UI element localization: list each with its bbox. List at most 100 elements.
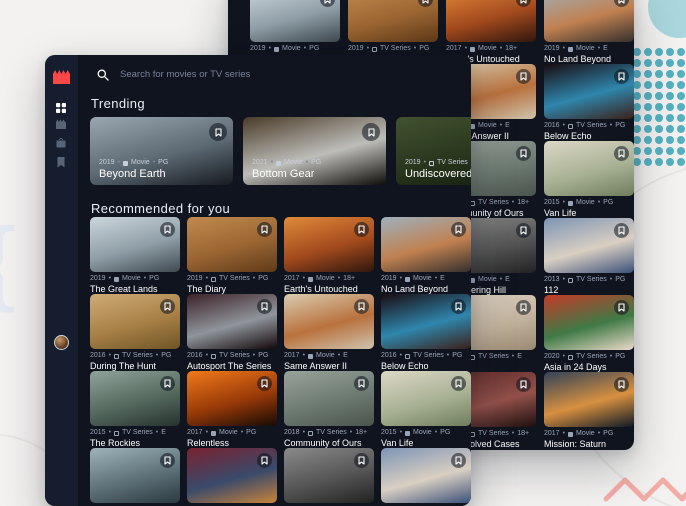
bookmark-button[interactable]: [614, 69, 629, 84]
bookmark-button[interactable]: [614, 223, 629, 238]
user-avatar[interactable]: [54, 335, 69, 350]
movie-category-icon: [274, 47, 279, 52]
dot: [633, 158, 641, 166]
media-card[interactable]: 2017 • Movie • 18+ Earth's Untouched: [284, 217, 374, 294]
media-card[interactable]: 2019 • Movie • E No Land Beyond: [381, 217, 471, 294]
meta-separator: •: [338, 352, 340, 360]
tv-category-icon: [308, 431, 313, 436]
media-card[interactable]: 2016 • TV Series • PG During The Hunt: [90, 294, 180, 371]
dot: [655, 59, 663, 67]
app-logo-icon[interactable]: [53, 70, 70, 84]
bookmark-button[interactable]: [451, 453, 466, 468]
media-card[interactable]: 2015 • Movie • PG Van Life: [544, 141, 634, 218]
media-card[interactable]: 2016 • TV Series • PG Below Echo: [544, 64, 634, 141]
bookmark-button[interactable]: [354, 222, 369, 237]
bookmark-button[interactable]: [362, 123, 380, 141]
media-thumbnail: [187, 217, 277, 272]
dot: [633, 81, 641, 89]
media-rating: PG: [309, 45, 319, 53]
media-card[interactable]: 2019 • TV Series • PG The Diary: [187, 217, 277, 294]
bookmark-button[interactable]: [516, 69, 531, 84]
bookmark-button[interactable]: [257, 453, 272, 468]
bookmark-button[interactable]: [257, 376, 272, 391]
dot: [633, 48, 641, 56]
bookmark-button[interactable]: [354, 453, 369, 468]
media-card[interactable]: 2019 • TV Series • E Undiscovered Cities: [396, 117, 471, 185]
pale-circle-decoration: [648, 0, 686, 38]
bookmark-button[interactable]: [614, 377, 629, 392]
media-card[interactable]: 2021 • Movie • PG Bottom Gear: [243, 117, 386, 185]
meta-separator: •: [109, 275, 111, 283]
bookmark-button[interactable]: [614, 146, 629, 161]
media-card[interactable]: 2019 • Movie • PG The Great Lands: [90, 217, 180, 294]
media-card[interactable]: 2019 • Movie • E No Land Beyond: [544, 0, 634, 64]
media-card[interactable]: 2020 • TV Series • PG Asia in 24 Days: [544, 295, 634, 372]
bookmark-button[interactable]: [516, 377, 531, 392]
bookmark-button[interactable]: [516, 300, 531, 315]
dot: [677, 125, 685, 133]
bookmark-button[interactable]: [516, 146, 531, 161]
bookmark-button[interactable]: [354, 299, 369, 314]
media-card[interactable]: 2013 • TV Series • PG 112: [544, 218, 634, 295]
nav-home-icon[interactable]: [56, 103, 66, 113]
media-meta: 2019 • Movie • PG: [90, 275, 180, 283]
media-rating: PG: [615, 122, 625, 130]
meta-separator: •: [241, 429, 243, 437]
bookmark-button[interactable]: [160, 299, 175, 314]
bookmark-button[interactable]: [418, 0, 433, 7]
dot: [633, 125, 641, 133]
dot: [633, 92, 641, 100]
bookmark-button[interactable]: [614, 0, 629, 7]
media-thumbnail: [90, 448, 180, 503]
media-card[interactable]: 2017 • Movie • PG Mission: Saturn: [544, 372, 634, 449]
media-meta: 2013 • TV Series • PG: [544, 276, 634, 284]
bookmark-button[interactable]: [614, 300, 629, 315]
media-card[interactable]: 2017 • Movie • 18+: [187, 448, 277, 506]
bookmark-icon: [261, 225, 268, 234]
dot: [677, 103, 685, 111]
media-card[interactable]: 2018 • TV Series • 18+ Community of Ours: [284, 371, 374, 448]
media-card[interactable]: 2015 • TV Series • E The Rockies: [90, 371, 180, 448]
media-card[interactable]: 2015 • Movie • PG Van Life: [381, 371, 471, 448]
media-card[interactable]: 2016 • TV Series • PG Below Echo: [381, 294, 471, 371]
media-card[interactable]: 2019 • Movie • PG Beyond Earth: [90, 117, 233, 185]
media-thumbnail: [446, 0, 536, 42]
bookmark-button[interactable]: [516, 0, 531, 7]
media-category: Movie: [122, 275, 141, 283]
bookmark-icon: [618, 226, 625, 235]
dot: [677, 136, 685, 144]
bookmark-button[interactable]: [160, 453, 175, 468]
media-card[interactable]: 2017 • Movie • PG Relentless: [187, 371, 277, 448]
bookmark-button[interactable]: [354, 376, 369, 391]
media-card[interactable]: 2017 • Movie • E: [284, 448, 374, 506]
bookmark-button[interactable]: [209, 123, 227, 141]
media-card[interactable]: 2017 • Movie • E Same Answer II: [284, 294, 374, 371]
media-year: 2019: [250, 45, 266, 53]
media-card[interactable]: 2013 • TV Series • PG: [381, 448, 471, 506]
bookmark-button[interactable]: [257, 299, 272, 314]
meta-separator: •: [109, 352, 111, 360]
nav-movies-icon[interactable]: [56, 119, 66, 129]
media-card[interactable]: 2016 • TV Series • PG Autosport The Seri…: [187, 294, 277, 371]
dot: [655, 48, 663, 56]
bookmark-button[interactable]: [160, 376, 175, 391]
meta-separator: •: [610, 353, 612, 361]
media-meta: 2019 • Movie • E: [544, 45, 634, 53]
bookmark-button[interactable]: [320, 0, 335, 7]
movie-category-icon: [308, 354, 313, 359]
media-thumbnail: [90, 371, 180, 426]
bookmark-button[interactable]: [451, 376, 466, 391]
media-thumbnail: [544, 64, 634, 119]
bookmark-button[interactable]: [257, 222, 272, 237]
dot: [644, 70, 652, 78]
media-card[interactable]: 2021 • Movie • PG: [90, 448, 180, 506]
nav-tv-series-icon[interactable]: [56, 138, 66, 148]
bookmark-button[interactable]: [451, 299, 466, 314]
bookmark-button[interactable]: [516, 223, 531, 238]
bookmark-button[interactable]: [160, 222, 175, 237]
tv-category-icon: [114, 431, 119, 436]
nav-bookmarks-icon[interactable]: [56, 157, 66, 168]
dot: [644, 92, 652, 100]
bookmark-button[interactable]: [451, 222, 466, 237]
search-input[interactable]: [118, 68, 372, 81]
